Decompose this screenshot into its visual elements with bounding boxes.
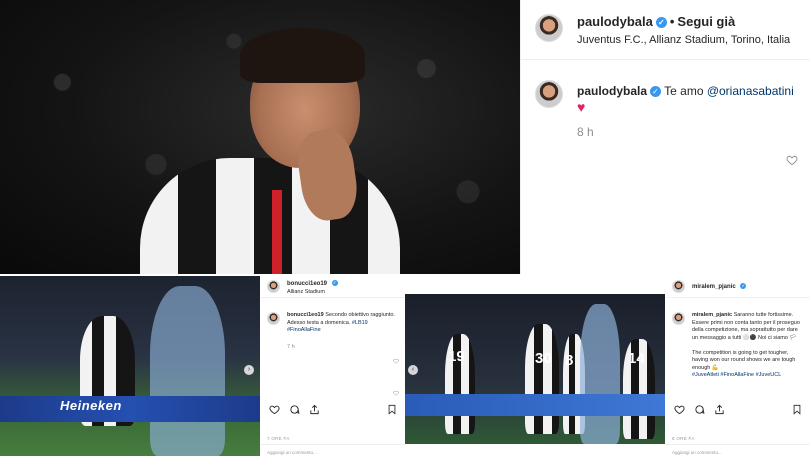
caption-message: Te amo	[664, 84, 707, 98]
username-link[interactable]: paulodybala	[577, 14, 653, 29]
ad-board	[0, 396, 260, 422]
verified-badge-icon: ✓	[740, 283, 747, 289]
separator-dot: •	[669, 14, 675, 29]
post-date: 7 ORE FA	[267, 436, 290, 441]
bookmark-icon[interactable]	[792, 404, 802, 415]
bookmark-icon[interactable]	[387, 404, 397, 415]
carousel-dots	[120, 447, 140, 451]
jersey-number: 19	[448, 348, 465, 365]
post-date: 8 ORE FA	[672, 436, 695, 441]
like-heart-icon[interactable]	[674, 404, 685, 415]
opponent-figure	[150, 286, 225, 456]
left-post-panel: bonucci1eo19 ✓ Allianz Stadium bonucci1e…	[261, 276, 405, 456]
jersey-number: 14	[628, 350, 645, 367]
jersey-number: 8	[565, 352, 574, 369]
avatar[interactable]	[267, 312, 280, 325]
add-comment-input[interactable]: Aggiungi un commento...	[261, 444, 405, 456]
post-header: paulodybala ✓ • Segui già Juventus F.C., Al…	[521, 0, 810, 60]
follow-button[interactable]: Segui già	[677, 14, 735, 29]
ad-board	[405, 394, 665, 416]
caption-time[interactable]: 7 h	[287, 343, 295, 352]
player-figure	[525, 324, 559, 434]
player-hair	[240, 28, 365, 83]
share-icon[interactable]	[714, 404, 725, 415]
post-actions	[267, 404, 399, 416]
share-icon[interactable]	[309, 404, 320, 415]
main-post-photo	[0, 0, 520, 274]
mention-link[interactable]: @orianasabatini	[707, 84, 794, 98]
next-arrow-icon[interactable]: ›	[244, 365, 254, 375]
add-comment-placeholder: Aggiungi un commento...	[672, 450, 722, 455]
ad-board-text: Heineken	[60, 398, 122, 413]
caption-time[interactable]: 8 h	[577, 125, 594, 139]
verified-badge-icon: ✓	[331, 280, 338, 286]
shirt-stripe	[272, 190, 282, 274]
avatar[interactable]	[672, 280, 685, 293]
post-header: miralem_pjanic ✓	[666, 276, 810, 298]
main-post-panel: paulodybala ✓ • Segui già Juventus F.C., Al…	[520, 0, 810, 274]
like-heart-icon[interactable]	[269, 404, 280, 415]
comment-like-heart-icon[interactable]	[393, 390, 399, 396]
caption-username[interactable]: miralem_pjanic	[692, 312, 732, 318]
comment-bubble-icon[interactable]	[289, 404, 300, 415]
verified-badge-icon: ✓	[650, 86, 662, 97]
caption-username[interactable]: bonucci1eo19	[287, 312, 324, 318]
caption-text: paulodybala ✓ Te amo @orianasabatini ♥	[577, 83, 802, 116]
avatar[interactable]	[535, 80, 563, 108]
add-comment-input[interactable]: Aggiungi un commento...	[666, 444, 810, 456]
prev-arrow-icon[interactable]: ‹	[408, 365, 418, 375]
opponent-figure	[580, 304, 620, 444]
jersey-number: 30	[535, 350, 552, 367]
post-header: bonucci1eo19 ✓ Allianz Stadium	[261, 276, 405, 298]
add-comment-placeholder: Aggiungi un commento...	[267, 450, 317, 455]
caption-message-en: The competition is going to get tougher,…	[692, 349, 796, 371]
left-post-photo	[0, 276, 260, 456]
avatar[interactable]	[535, 14, 563, 42]
header-user-line: paulodybala ✓ • Segui già	[577, 14, 735, 29]
location-link[interactable]: Allianz Stadium	[287, 288, 325, 297]
avatar[interactable]	[267, 280, 280, 293]
hashtag-link[interactable]: #JuveAtleti #FinoAllaFine #JuveUCL	[692, 372, 781, 378]
heart-emoji: ♥	[577, 99, 586, 115]
comment-like-heart-icon[interactable]	[786, 154, 798, 166]
post-actions	[672, 404, 804, 416]
caption-username[interactable]: paulodybala	[577, 84, 647, 98]
verified-badge-icon: ✓	[655, 17, 667, 28]
right-post-photo	[405, 294, 665, 444]
player-shirt	[140, 158, 400, 274]
comment-bubble-icon[interactable]	[694, 404, 705, 415]
caption-text: miralem_pjanic Saranno tutte fortissime.…	[692, 312, 804, 380]
comment-like-heart-icon[interactable]	[393, 358, 399, 364]
username-link[interactable]: miralem_pjanic ✓	[692, 283, 747, 292]
location-link[interactable]: Juventus F.C., Allianz Stadium, Torino, …	[577, 34, 790, 46]
caption-text: bonucci1eo19 Secondo obiettivo raggiunto…	[287, 312, 399, 335]
avatar[interactable]	[672, 312, 685, 325]
right-post-panel: miralem_pjanic ✓ miralem_pjanic Saranno …	[666, 276, 810, 456]
